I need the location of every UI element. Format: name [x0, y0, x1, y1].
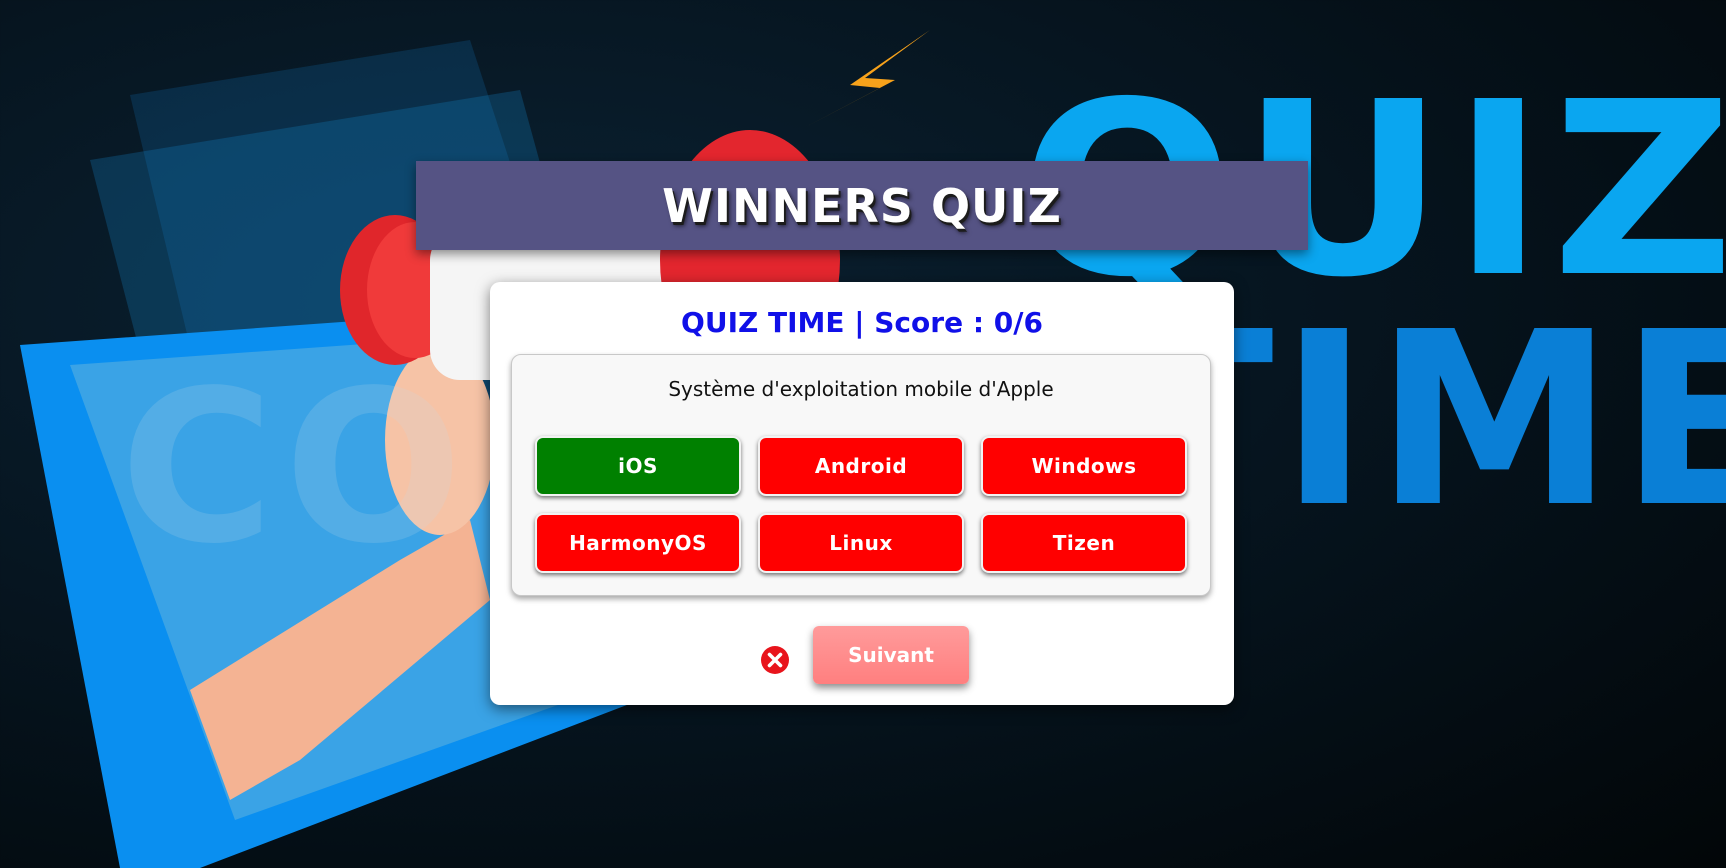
question-box: Système d'exploitation mobile d'Apple iO…	[511, 354, 1211, 596]
next-button[interactable]: Suivant	[813, 626, 969, 684]
lightning-bolt	[800, 30, 930, 130]
question-text: Système d'exploitation mobile d'Apple	[668, 377, 1054, 401]
answer-grid: iOS Android Windows HarmonyOS Linux Tize…	[535, 436, 1187, 573]
answer-button-tizen[interactable]: Tizen	[981, 513, 1187, 573]
answer-button-android[interactable]: Android	[758, 436, 964, 496]
answer-button-harmonyos[interactable]: HarmonyOS	[535, 513, 741, 573]
quiz-footer: Suivant	[490, 626, 1234, 686]
quiz-card: QUIZ TIME | Score : 0/6 Système d'exploi…	[490, 282, 1234, 705]
answer-button-ios[interactable]: iOS	[535, 436, 741, 496]
score-header: QUIZ TIME | Score : 0/6	[681, 306, 1043, 339]
app-title: WINNERS QUIZ	[662, 178, 1062, 233]
answer-button-windows[interactable]: Windows	[981, 436, 1187, 496]
answer-button-linux[interactable]: Linux	[758, 513, 964, 573]
title-banner: WINNERS QUIZ	[416, 161, 1308, 250]
wrong-answer-icon	[761, 646, 789, 674]
